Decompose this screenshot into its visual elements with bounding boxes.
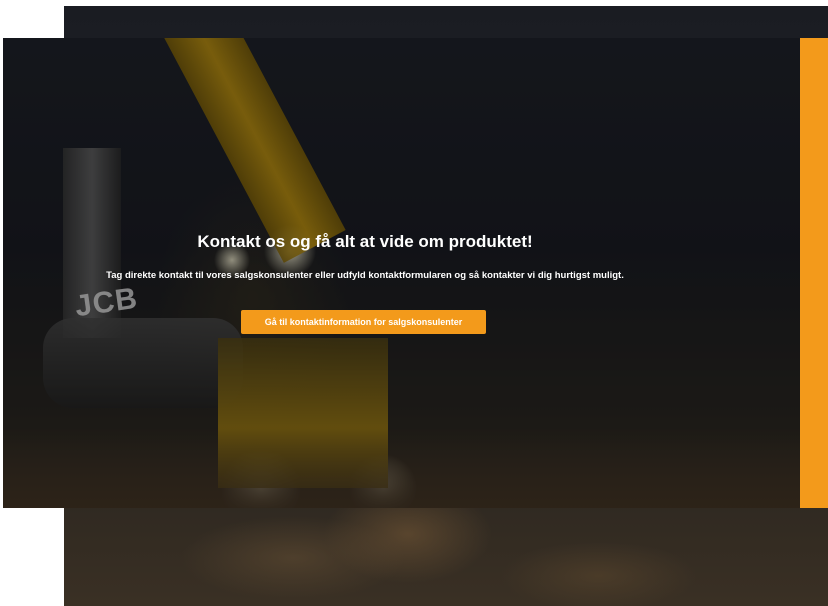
banner-subtext: Tag direkte kontakt til vores salgskonsu… [106, 270, 624, 281]
banner-content: Kontakt os og få alt at vide om produkte… [3, 38, 731, 508]
banner-headline: Kontakt os og få alt at vide om produkte… [197, 232, 533, 251]
contact-banner: JCB Kontakt os og få alt at vide om prod… [3, 38, 800, 508]
contact-info-button[interactable]: Gå til kontaktinformation for salgskonsu… [241, 310, 486, 334]
page: JCB Kontakt os og få alt at vide om prod… [0, 0, 828, 606]
accent-side-bar [800, 38, 828, 508]
